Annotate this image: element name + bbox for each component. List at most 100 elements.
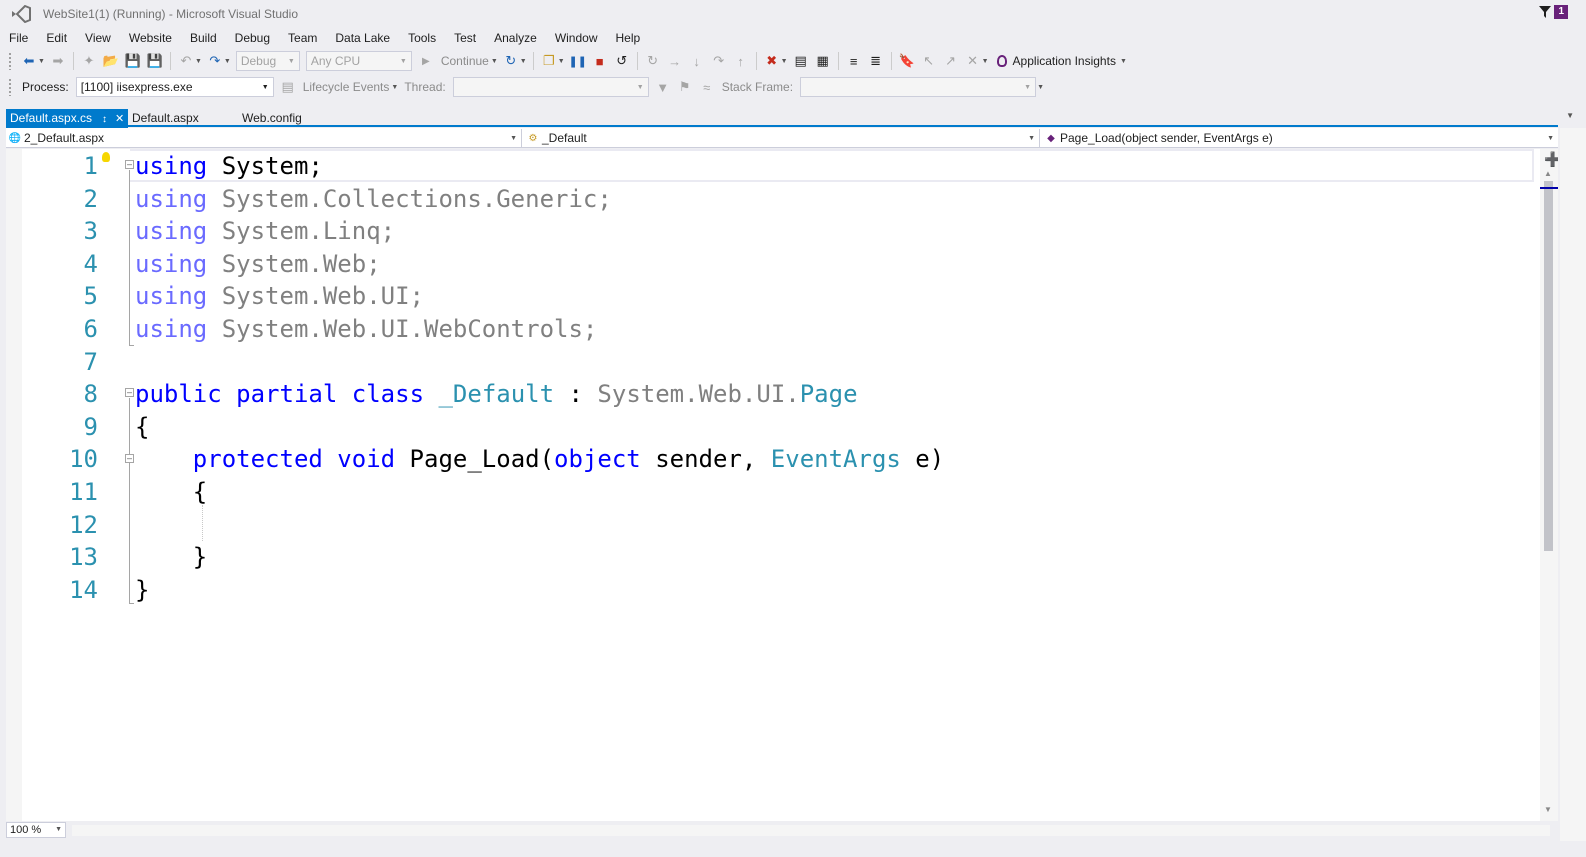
line-number: 14 bbox=[69, 575, 98, 604]
lightbulb-icon[interactable] bbox=[102, 152, 110, 162]
scrollbar-thumb[interactable] bbox=[1544, 181, 1553, 551]
code-line[interactable]: using System.Web.UI; bbox=[135, 280, 424, 312]
collapse-method-icon[interactable]: – bbox=[125, 454, 134, 463]
menu-team[interactable]: Team bbox=[279, 28, 326, 48]
continue-button[interactable]: Continue bbox=[441, 54, 489, 68]
toolbar-grip[interactable] bbox=[8, 78, 12, 96]
code-line[interactable]: } bbox=[135, 574, 149, 606]
continue-play-icon[interactable]: ▶ bbox=[415, 50, 437, 72]
menu-debug[interactable]: Debug bbox=[226, 28, 279, 48]
thread-dropdown[interactable]: ▼ bbox=[452, 77, 649, 97]
process-dropdown[interactable]: [1100] iisexpress.exe ▼ bbox=[75, 77, 274, 97]
type-dropdown[interactable]: ⚙ _Default ▼ bbox=[524, 129, 1040, 147]
save-icon[interactable]: 💾 bbox=[122, 50, 144, 72]
project-dropdown[interactable]: 🌐 2_Default.aspx ▼ bbox=[6, 129, 522, 147]
collapse-class-icon[interactable]: – bbox=[125, 388, 134, 397]
code-line[interactable]: using System.Web; bbox=[135, 248, 381, 280]
navigate-back-icon[interactable]: ⬅ bbox=[18, 50, 40, 72]
lifecycle-events-button[interactable]: Lifecycle Events bbox=[303, 80, 390, 94]
code-line[interactable]: using System.Linq; bbox=[135, 215, 395, 247]
code-line[interactable]: public partial class _Default : System.W… bbox=[135, 378, 858, 410]
pin-icon[interactable]: ↕ bbox=[102, 114, 107, 125]
new-project-icon[interactable]: ✦ bbox=[78, 50, 100, 72]
notifications[interactable]: 1 bbox=[1538, 3, 1568, 21]
menu-analyze[interactable]: Analyze bbox=[485, 28, 546, 48]
flag-threads-filter-icon[interactable]: ▼ bbox=[652, 76, 674, 98]
toggle-thread-flag-icon[interactable]: ⚑ bbox=[674, 76, 696, 98]
code-line[interactable]: using System.Collections.Generic; bbox=[135, 183, 612, 215]
menu-view[interactable]: View bbox=[76, 28, 120, 48]
show-threads-icon[interactable]: ▦ bbox=[812, 50, 834, 72]
vertical-scrollbar[interactable]: ➕ ▲ ▼ bbox=[1540, 149, 1558, 821]
menu-edit[interactable]: Edit bbox=[37, 28, 76, 48]
platform-dropdown[interactable]: Any CPU ▼ bbox=[305, 51, 412, 71]
stack-frame-dropdown[interactable]: ▼ bbox=[800, 77, 1037, 97]
code-line[interactable]: { bbox=[135, 411, 149, 443]
chevron-down-icon: ▼ bbox=[510, 134, 517, 142]
step-out-icon[interactable]: ↷ bbox=[708, 50, 730, 72]
close-icon[interactable]: ✕ bbox=[115, 113, 124, 125]
menu-data-lake[interactable]: Data Lake bbox=[326, 28, 399, 48]
code-line[interactable]: using System.Web.UI.WebControls; bbox=[135, 313, 597, 345]
open-file-icon[interactable]: 📂 bbox=[100, 50, 122, 72]
visual-studio-logo-icon bbox=[12, 5, 31, 23]
show-next-statement-icon[interactable]: ↻ bbox=[642, 50, 664, 72]
code-token: Page_Load( bbox=[395, 445, 555, 474]
refresh-icon[interactable]: ↻ bbox=[500, 50, 522, 72]
active-tab-underline bbox=[6, 125, 1558, 127]
line-number: 1 bbox=[83, 152, 98, 180]
restart-icon[interactable]: ↺ bbox=[611, 50, 633, 72]
menu-test[interactable]: Test bbox=[445, 28, 485, 48]
menu-tools[interactable]: Tools bbox=[399, 28, 445, 48]
step-up-icon[interactable]: ↑ bbox=[730, 50, 752, 72]
break-all-pause-icon[interactable]: ❚❚ bbox=[567, 50, 589, 72]
configuration-dropdown[interactable]: Debug ▼ bbox=[235, 51, 300, 71]
show-threads-in-source-icon[interactable]: ≈ bbox=[696, 76, 718, 98]
previous-bookmark-icon[interactable]: ↖ bbox=[918, 50, 940, 72]
step-over-icon[interactable]: ↓ bbox=[686, 50, 708, 72]
zoom-dropdown[interactable]: 100 % ▼ bbox=[6, 822, 66, 838]
collapse-usings-icon[interactable]: – bbox=[125, 160, 134, 169]
browser-link-icon[interactable]: ❐ bbox=[538, 50, 560, 72]
menu-build[interactable]: Build bbox=[181, 28, 226, 48]
code-token: sender, bbox=[640, 445, 771, 474]
scroll-down-icon[interactable]: ▼ bbox=[1544, 805, 1552, 814]
undo-icon[interactable]: ↶ bbox=[175, 50, 197, 72]
save-all-icon[interactable]: 💾 bbox=[144, 50, 166, 72]
exception-settings-icon[interactable]: ✖ bbox=[761, 50, 783, 72]
code-line[interactable]: using System; bbox=[135, 150, 323, 182]
next-bookmark-icon[interactable]: ↗ bbox=[940, 50, 962, 72]
stop-debugging-icon[interactable]: ■ bbox=[589, 50, 611, 72]
code-line[interactable]: } bbox=[135, 541, 207, 573]
code-token: using bbox=[135, 282, 208, 311]
bookmark-icon[interactable]: 🔖 bbox=[896, 50, 918, 72]
lifecycle-events-icon[interactable]: ▤ bbox=[277, 76, 299, 98]
code-token: } bbox=[135, 543, 208, 572]
code-editor[interactable]: 1 2 3 4 5 6 7 8 9 10 11 12 13 14 using System; using S… bbox=[6, 149, 1558, 821]
navigate-forward-icon[interactable]: ➡ bbox=[47, 50, 69, 72]
code-line[interactable]: { bbox=[135, 476, 207, 508]
menu-website[interactable]: Website bbox=[120, 28, 181, 48]
tab-overflow-icon[interactable]: ▼ bbox=[1566, 111, 1574, 120]
menu-window[interactable]: Window bbox=[546, 28, 607, 48]
code-token: Page bbox=[799, 380, 858, 409]
member-dropdown[interactable]: ◆ Page_Load(object sender, EventArgs e) … bbox=[1042, 129, 1558, 147]
comment-lines-icon[interactable]: ≡ bbox=[843, 50, 865, 72]
clear-bookmarks-icon[interactable]: ✕ bbox=[962, 50, 984, 72]
menu-file[interactable]: File bbox=[0, 28, 37, 48]
step-into-icon[interactable]: → bbox=[664, 50, 686, 72]
split-window-icon[interactable]: ➕ bbox=[1544, 151, 1558, 168]
uncomment-lines-icon[interactable]: ≣ bbox=[865, 50, 887, 72]
indent-guide bbox=[202, 505, 203, 541]
redo-icon[interactable]: ↷ bbox=[204, 50, 226, 72]
code-line[interactable]: protected void Page_Load(object sender, … bbox=[135, 443, 944, 475]
hex-display-icon[interactable]: ▤ bbox=[790, 50, 812, 72]
menu-help[interactable]: Help bbox=[607, 28, 650, 48]
scroll-up-icon[interactable]: ▲ bbox=[1544, 169, 1552, 178]
toolbar-grip[interactable] bbox=[8, 52, 12, 70]
code-token: public bbox=[135, 380, 222, 409]
application-insights-button[interactable]: Application Insights ▼ bbox=[996, 54, 1129, 68]
chevron-down-icon: ▼ bbox=[636, 83, 644, 91]
horizontal-scrollbar[interactable] bbox=[72, 825, 1550, 836]
